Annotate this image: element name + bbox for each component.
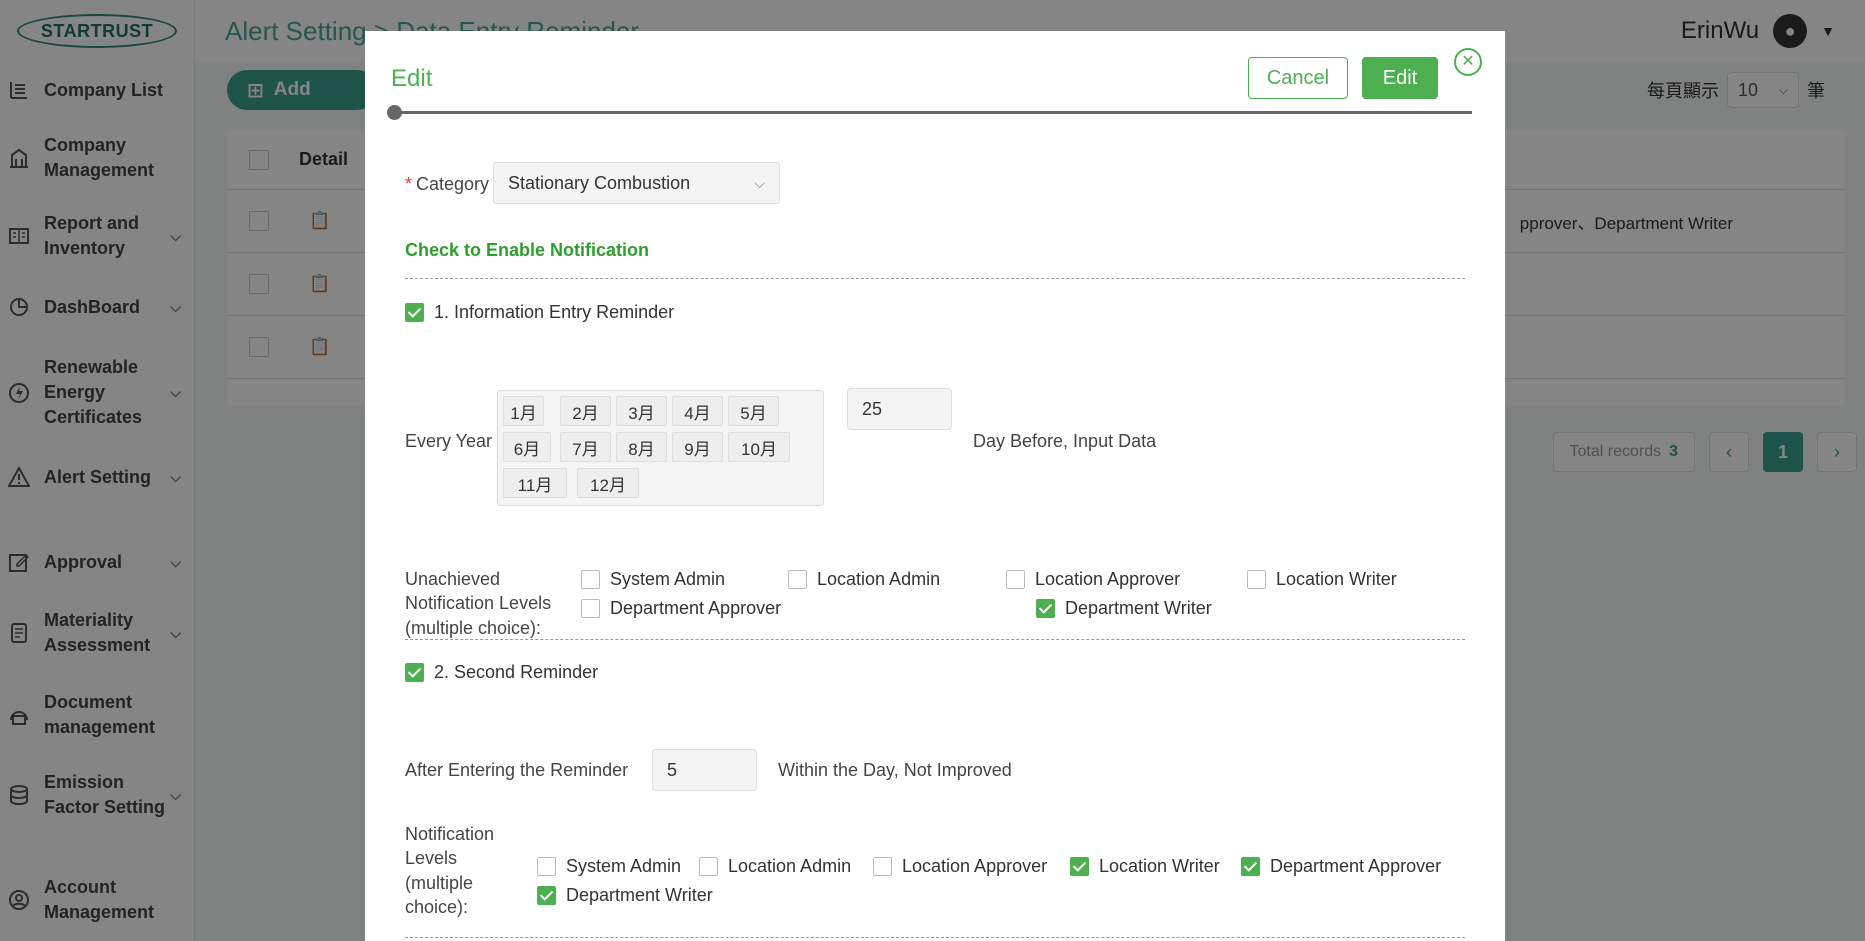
reminder2-checkbox[interactable] — [405, 663, 424, 682]
level2-system-admin-label: System Admin — [566, 856, 682, 876]
level1-department-approver-checkbox[interactable] — [581, 599, 600, 618]
level2-system-admin-checkbox[interactable] — [537, 857, 556, 876]
level2-location-approver-label: Location Approver — [902, 856, 1048, 876]
level2-department-writer-label: Department Writer — [566, 885, 713, 905]
month-button[interactable]: 12月 — [577, 468, 639, 498]
level2-location-writer-label: Location Writer — [1099, 856, 1220, 876]
notif-label-line3: (multiple — [405, 873, 474, 893]
month-button[interactable]: 1月 — [503, 396, 544, 426]
chevron-down-icon: ⌵ — [754, 174, 765, 191]
cancel-button[interactable]: Cancel — [1248, 57, 1348, 99]
month-selector: 1月 2月 3月 4月 5月 6月 7月 8月 9月 10月 11月 12月 — [497, 390, 824, 506]
reminder2-toggle[interactable]: 2. Second Reminder — [405, 662, 598, 683]
level1-location-writer-checkbox[interactable] — [1247, 570, 1266, 589]
month-button[interactable]: 4月 — [672, 396, 723, 426]
reminder1-label: 1. Information Entry Reminder — [434, 302, 675, 322]
step-indicator — [387, 105, 402, 120]
divider — [405, 937, 1465, 938]
reminder1-checkbox[interactable] — [405, 303, 424, 322]
section-title: Check to Enable Notification — [405, 240, 650, 260]
month-button[interactable]: 11月 — [503, 468, 567, 498]
level2-system-admin[interactable]: System Admin — [537, 856, 681, 877]
category-label-text: Category — [416, 174, 490, 194]
after-reminder-label: After Entering the Reminder — [405, 760, 629, 780]
notif-label-line2: Levels — [405, 848, 458, 868]
days-before-input[interactable] — [847, 388, 952, 430]
unachieved-label-line1: Unachieved — [405, 569, 501, 589]
reminder1-toggle[interactable]: 1. Information Entry Reminder — [405, 302, 674, 323]
reminder2-label: 2. Second Reminder — [434, 662, 599, 682]
category-select[interactable]: Stationary Combustion ⌵ — [493, 162, 780, 204]
divider — [405, 278, 1465, 279]
month-button[interactable]: 8月 — [616, 432, 667, 462]
unachieved-label-line2: Notification Levels — [405, 593, 552, 613]
close-icon[interactable]: ✕ — [1454, 48, 1482, 76]
level2-location-admin-label: Location Admin — [728, 856, 852, 876]
category-value: Stationary Combustion — [508, 172, 691, 193]
category-label: * Category — [405, 172, 489, 196]
notif-label-line4: choice): — [405, 897, 469, 917]
level1-department-writer[interactable]: Department Writer — [1036, 598, 1212, 619]
level1-system-admin-checkbox[interactable] — [581, 570, 600, 589]
notif-label-line1: Notification — [405, 824, 495, 844]
every-year-label: Every Year — [405, 431, 493, 451]
level1-department-writer-label: Department Writer — [1065, 598, 1212, 618]
level1-location-writer[interactable]: Location Writer — [1247, 569, 1397, 590]
level1-system-admin-label: System Admin — [610, 569, 726, 589]
month-button[interactable]: 6月 — [503, 432, 551, 462]
level1-location-approver-label: Location Approver — [1035, 569, 1181, 589]
level2-department-writer[interactable]: Department Writer — [537, 885, 713, 906]
days-after-input[interactable] — [652, 749, 757, 791]
month-button[interactable]: 3月 — [616, 396, 667, 426]
level1-location-admin[interactable]: Location Admin — [788, 569, 940, 590]
level1-location-approver-checkbox[interactable] — [1006, 570, 1025, 589]
level2-location-writer-checkbox[interactable] — [1070, 857, 1089, 876]
level1-location-approver[interactable]: Location Approver — [1006, 569, 1180, 590]
level1-location-admin-checkbox[interactable] — [788, 570, 807, 589]
unachieved-label-line3: (multiple choice): — [405, 618, 542, 638]
after-reminder-suffix: Within the Day, Not Improved — [778, 760, 1012, 780]
level1-department-writer-checkbox[interactable] — [1036, 599, 1055, 618]
level2-department-approver-checkbox[interactable] — [1241, 857, 1260, 876]
level2-location-admin[interactable]: Location Admin — [699, 856, 851, 877]
edit-button[interactable]: Edit — [1362, 57, 1438, 99]
month-button[interactable]: 5月 — [728, 396, 779, 426]
required-asterisk: * — [405, 174, 413, 194]
level1-department-approver-label: Department Approver — [610, 598, 782, 618]
level2-location-admin-checkbox[interactable] — [699, 857, 718, 876]
level2-location-writer[interactable]: Location Writer — [1070, 856, 1220, 877]
month-button[interactable]: 7月 — [560, 432, 611, 462]
step-progress-bar — [387, 105, 1472, 120]
month-button[interactable]: 2月 — [560, 396, 611, 426]
level2-department-approver[interactable]: Department Approver — [1241, 856, 1441, 877]
level1-location-admin-label: Location Admin — [817, 569, 941, 589]
month-button[interactable]: 9月 — [672, 432, 723, 462]
level1-location-writer-label: Location Writer — [1276, 569, 1397, 589]
level2-location-approver-checkbox[interactable] — [873, 857, 892, 876]
level1-system-admin[interactable]: System Admin — [581, 569, 725, 590]
level2-department-writer-checkbox[interactable] — [537, 886, 556, 905]
divider — [405, 639, 1465, 640]
edit-modal: Edit Cancel Edit ✕ * Category Stationary … — [365, 31, 1505, 941]
modal-title: Edit — [391, 65, 433, 92]
level2-department-approver-label: Department Approver — [1270, 856, 1442, 876]
day-before-suffix: Day Before, Input Data — [973, 431, 1157, 451]
month-button[interactable]: 10月 — [728, 432, 790, 462]
level1-department-approver[interactable]: Department Approver — [581, 598, 781, 619]
level2-location-approver[interactable]: Location Approver — [873, 856, 1047, 877]
